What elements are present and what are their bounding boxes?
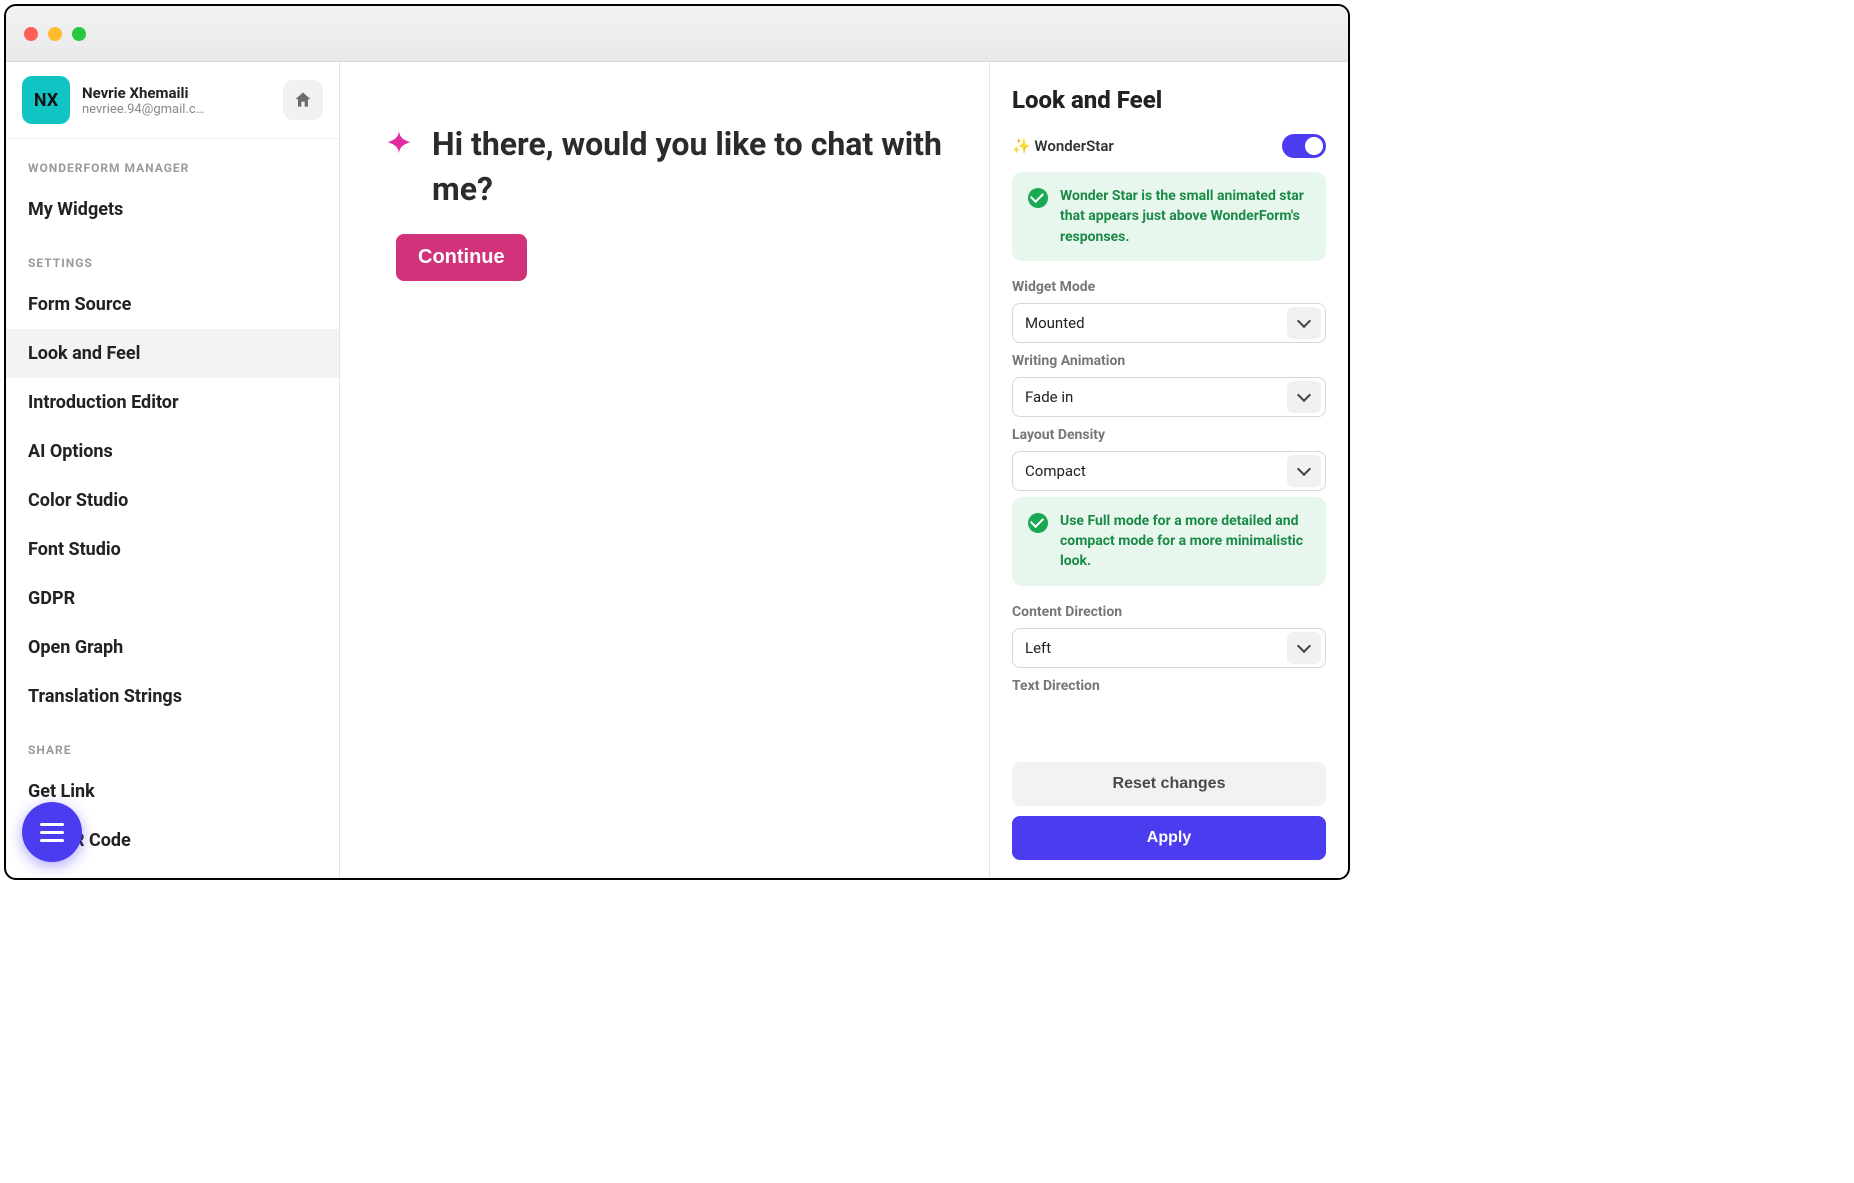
widget-mode-label: Widget Mode <box>1012 279 1326 295</box>
sidebar-item-font-studio[interactable]: Font Studio <box>6 525 339 574</box>
sidebar-item-look-and-feel[interactable]: Look and Feel <box>6 329 339 378</box>
sidebar-item-gdpr[interactable]: GDPR <box>6 574 339 623</box>
widget-mode-value: Mounted <box>1025 314 1085 332</box>
window-controls <box>24 27 86 41</box>
user-email: nevriee.94@gmail.c… <box>82 102 222 117</box>
home-icon <box>293 90 313 110</box>
sidebar-item-ai-options[interactable]: AI Options <box>6 427 339 476</box>
sidebar-section-title: WONDERFORM MANAGER <box>6 139 339 185</box>
content-direction-label: Content Direction <box>1012 604 1326 620</box>
reset-changes-button[interactable]: Reset changes <box>1012 762 1326 806</box>
wonderstar-toggle[interactable] <box>1282 134 1326 158</box>
user-info: Nevrie Xhemaili nevriee.94@gmail.c… <box>82 84 271 117</box>
chevron-down-icon <box>1287 307 1321 339</box>
panel-footer: Reset changes Apply <box>990 748 1348 878</box>
sidebar-item-translation-strings[interactable]: Translation Strings <box>6 672 339 721</box>
chevron-down-icon <box>1287 632 1321 664</box>
settings-panel: Look and Feel ✨ WonderStar Wonder Star i… <box>990 62 1348 878</box>
content: NX Nevrie Xhemaili nevriee.94@gmail.c… W… <box>6 62 1348 878</box>
check-icon <box>1028 188 1048 208</box>
wonderstar-icon <box>382 128 416 162</box>
sidebar-item-open-graph[interactable]: Open Graph <box>6 623 339 672</box>
preview-area: Hi there, would you like to chat with me… <box>340 62 990 878</box>
sidebar-item-introduction-editor[interactable]: Introduction Editor <box>6 378 339 427</box>
wonderstar-label: ✨ WonderStar <box>1012 137 1114 155</box>
greeting-row: Hi there, would you like to chat with me… <box>382 122 949 212</box>
minimize-window-button[interactable] <box>48 27 62 41</box>
writing-animation-value: Fade in <box>1025 388 1073 406</box>
hamburger-icon <box>40 823 64 842</box>
sidebar-section-title: SETTINGS <box>6 234 339 280</box>
content-direction-select[interactable]: Left <box>1012 628 1326 668</box>
writing-animation-label: Writing Animation <box>1012 353 1326 369</box>
layout-density-select[interactable]: Compact <box>1012 451 1326 491</box>
info-text: Wonder Star is the small animated star t… <box>1060 186 1310 247</box>
sidebar-scroll[interactable]: WONDERFORM MANAGER My Widgets SETTINGS F… <box>6 139 339 878</box>
wonderstar-info: Wonder Star is the small animated star t… <box>1012 172 1326 261</box>
wonderstar-row: ✨ WonderStar <box>1012 124 1326 172</box>
titlebar <box>6 6 1348 62</box>
text-direction-label: Text Direction <box>1012 678 1326 694</box>
chevron-down-icon <box>1287 381 1321 413</box>
menu-fab[interactable] <box>22 802 82 862</box>
content-direction-value: Left <box>1025 639 1051 657</box>
greeting-text: Hi there, would you like to chat with me… <box>432 122 949 212</box>
sidebar-header: NX Nevrie Xhemaili nevriee.94@gmail.c… <box>6 62 339 139</box>
maximize-window-button[interactable] <box>72 27 86 41</box>
user-name: Nevrie Xhemaili <box>82 84 271 102</box>
avatar[interactable]: NX <box>22 76 70 124</box>
continue-button[interactable]: Continue <box>396 234 527 281</box>
chevron-down-icon <box>1287 455 1321 487</box>
close-window-button[interactable] <box>24 27 38 41</box>
sidebar-section-title: SHARE <box>6 721 339 767</box>
check-icon <box>1028 513 1048 533</box>
info-text: Use Full mode for a more detailed and co… <box>1060 511 1310 572</box>
sidebar-item-form-source[interactable]: Form Source <box>6 280 339 329</box>
app-window: NX Nevrie Xhemaili nevriee.94@gmail.c… W… <box>4 4 1350 880</box>
sidebar-item-my-widgets[interactable]: My Widgets <box>6 185 339 234</box>
sidebar-item-color-studio[interactable]: Color Studio <box>6 476 339 525</box>
widget-mode-select[interactable]: Mounted <box>1012 303 1326 343</box>
apply-button[interactable]: Apply <box>1012 816 1326 860</box>
writing-animation-select[interactable]: Fade in <box>1012 377 1326 417</box>
panel-title: Look and Feel <box>990 62 1348 124</box>
layout-density-value: Compact <box>1025 462 1086 480</box>
layout-density-label: Layout Density <box>1012 427 1326 443</box>
panel-scroll[interactable]: ✨ WonderStar Wonder Star is the small an… <box>990 124 1348 748</box>
sidebar: NX Nevrie Xhemaili nevriee.94@gmail.c… W… <box>6 62 340 878</box>
home-button[interactable] <box>283 80 323 120</box>
layout-density-info: Use Full mode for a more detailed and co… <box>1012 497 1326 586</box>
